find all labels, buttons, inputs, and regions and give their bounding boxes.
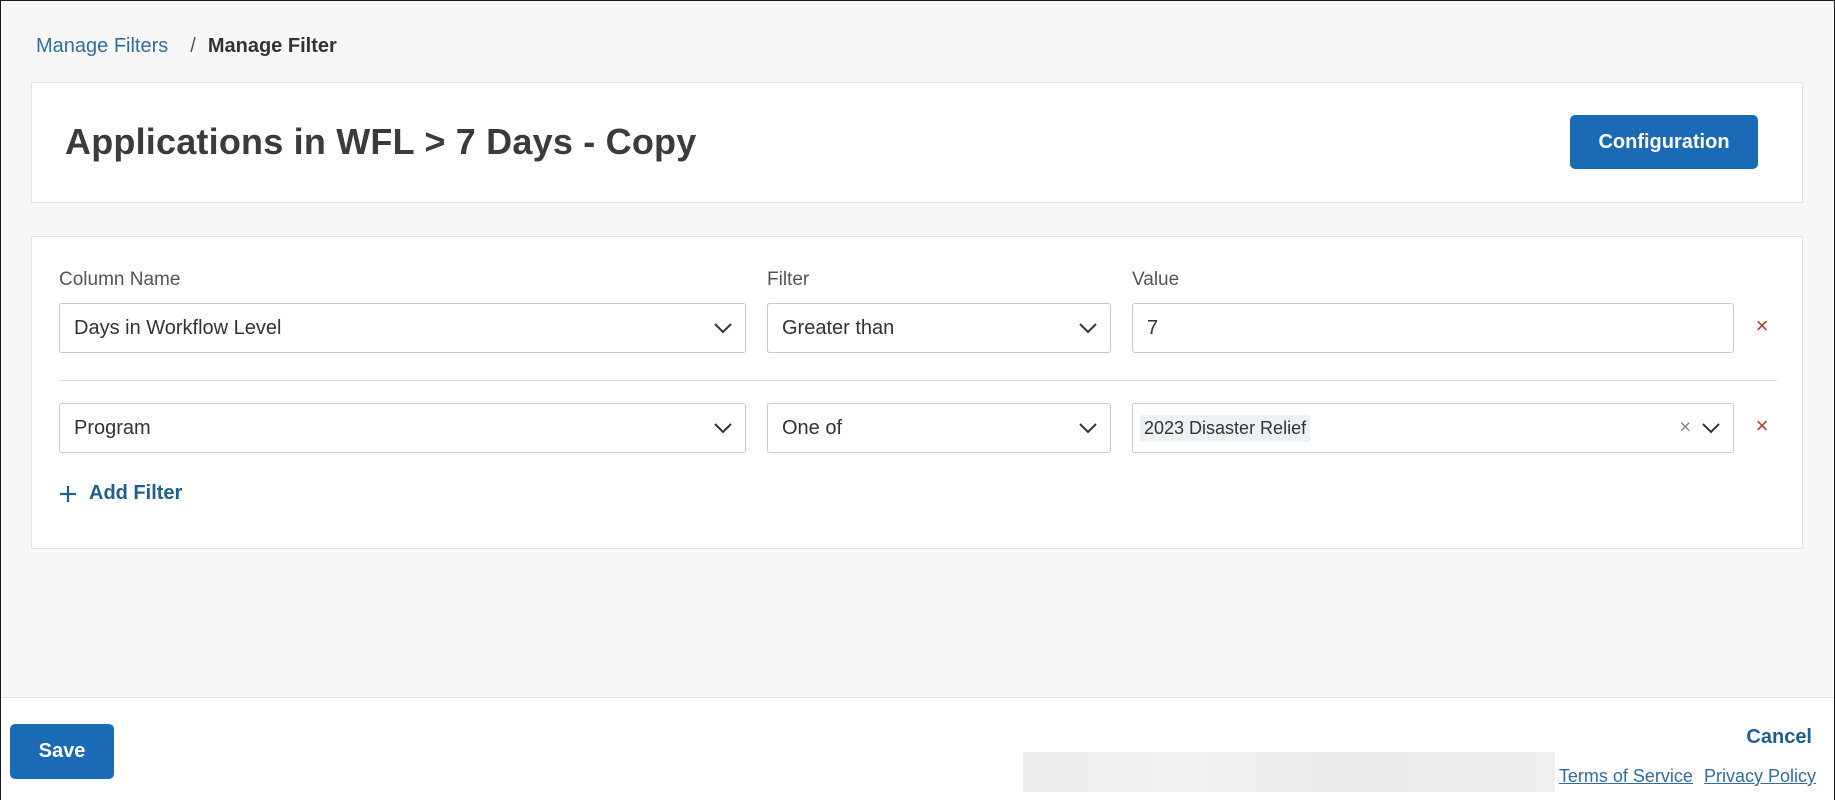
breadcrumb-current: Manage Filter bbox=[207, 35, 337, 57]
value-multiselect-row-2[interactable]: 2023 Disaster Relief × bbox=[1132, 403, 1734, 453]
redacted-area bbox=[1023, 752, 1555, 792]
cancel-link[interactable]: Cancel bbox=[1746, 726, 1812, 749]
column-select-row-1[interactable]: Days in Workflow Level bbox=[59, 303, 746, 353]
chevron-down-icon bbox=[1079, 323, 1097, 334]
column-name-label: Column Name bbox=[59, 269, 181, 290]
chevron-down-icon bbox=[714, 323, 732, 334]
selected-value-chip: 2023 Disaster Relief bbox=[1140, 414, 1311, 442]
column-select-value: Days in Workflow Level bbox=[74, 316, 282, 339]
breadcrumb-manage-filters-link[interactable]: Manage Filters bbox=[36, 35, 168, 58]
footer: Save Cancel Terms of Service Privacy Pol… bbox=[1, 697, 1834, 800]
remove-filter-row-2-icon[interactable]: × bbox=[1751, 415, 1773, 437]
legal-links: Terms of Service Privacy Policy bbox=[1553, 766, 1816, 787]
filter-label: Filter bbox=[767, 269, 810, 290]
filter-card: Column Name Filter Value Days in Workflo… bbox=[31, 236, 1803, 549]
column-select-value: Program bbox=[74, 416, 151, 439]
breadcrumb-separator: / bbox=[190, 35, 196, 57]
value-input-row-1[interactable]: 7 bbox=[1132, 303, 1734, 353]
configuration-button[interactable]: Configuration bbox=[1570, 115, 1758, 169]
operator-select-row-1[interactable]: Greater than bbox=[767, 303, 1111, 353]
clear-selection-icon[interactable]: × bbox=[1679, 417, 1691, 440]
operator-select-value: One of bbox=[782, 416, 843, 439]
operator-select-row-2[interactable]: One of bbox=[767, 403, 1111, 453]
breadcrumb: Manage Filters / Manage Filter bbox=[36, 35, 337, 58]
add-filter-button[interactable]: Add Filter bbox=[59, 482, 182, 505]
chevron-down-icon bbox=[1079, 423, 1097, 434]
chevron-down-icon[interactable] bbox=[1701, 422, 1721, 434]
save-button[interactable]: Save bbox=[10, 724, 114, 779]
operator-select-value: Greater than bbox=[782, 316, 895, 339]
chevron-down-icon bbox=[714, 423, 732, 434]
remove-filter-row-1-icon[interactable]: × bbox=[1751, 315, 1773, 337]
row-divider bbox=[59, 380, 1777, 381]
column-select-row-2[interactable]: Program bbox=[59, 403, 746, 453]
value-input-text: 7 bbox=[1147, 316, 1159, 339]
add-filter-label: Add Filter bbox=[89, 482, 183, 504]
value-label: Value bbox=[1132, 269, 1180, 290]
plus-icon bbox=[60, 485, 76, 502]
terms-of-service-link[interactable]: Terms of Service bbox=[1559, 766, 1693, 786]
page-title: Applications in WFL > 7 Days - Copy bbox=[65, 121, 697, 162]
privacy-policy-link[interactable]: Privacy Policy bbox=[1704, 766, 1816, 786]
header-card: Applications in WFL > 7 Days - Copy Conf… bbox=[31, 82, 1803, 203]
